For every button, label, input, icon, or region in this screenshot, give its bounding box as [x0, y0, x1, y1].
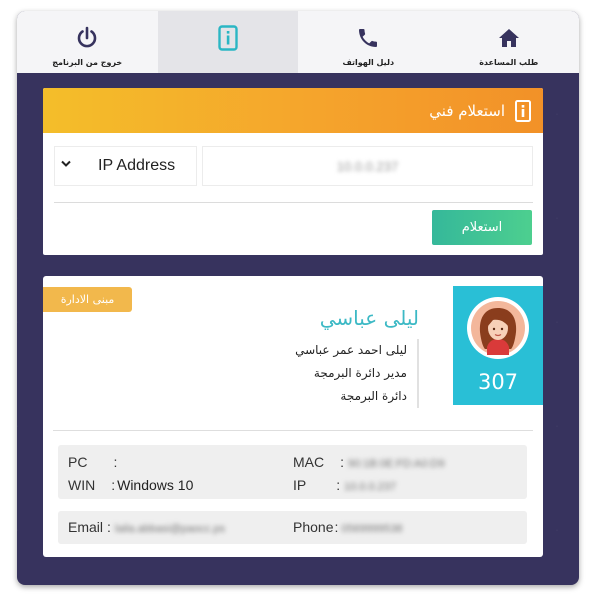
- ip-sep: :: [336, 477, 341, 493]
- email-row: Email: laila.abbasi@paocc.ps: [68, 519, 225, 535]
- system-info-box: PC: WIN: Windows 10 MAC:90:1B:0E:FD:A0:D9…: [58, 445, 527, 499]
- mac-row: MAC:90:1B:0E:FD:A0:D9: [293, 454, 445, 470]
- power-icon: [74, 25, 100, 51]
- ip-label: IP: [293, 477, 307, 493]
- mac-label: MAC: [293, 454, 325, 470]
- contact-info-box: Email: laila.abbasi@paocc.ps Phone: 056999…: [58, 511, 527, 544]
- phone-sep: :: [334, 519, 339, 535]
- ip-row: IP:10.0.0.237: [293, 477, 396, 493]
- nav-help-button[interactable]: طلب المساعدة: [439, 11, 580, 73]
- pc-label: PC: [68, 454, 88, 470]
- nav-phonebook-label: دليل الهواتف: [342, 58, 395, 67]
- inquiry-submit-button[interactable]: استعلام: [432, 210, 532, 245]
- employee-full-name: ليلى احمد عمر عباسي: [295, 343, 407, 357]
- building-badge: مبنى الادارة: [43, 287, 132, 312]
- phone-label: Phone: [293, 519, 334, 535]
- nav-info-button[interactable]: [157, 11, 298, 73]
- extension-number: 307: [477, 370, 519, 394]
- app-window: خروج من البرنامج دليل الهواتف طلب المساع…: [17, 11, 579, 585]
- mac-sep: :: [340, 454, 345, 470]
- employee-department: دائرة البرمجة: [340, 389, 407, 403]
- inquiry-panel: استعلام فني IP Address 10.0.0.237 استعلا…: [43, 88, 543, 255]
- inquiry-title: استعلام فني: [429, 101, 505, 120]
- email-value[interactable]: laila.abbasi@paocc.ps: [115, 523, 225, 535]
- home-icon: [496, 25, 522, 51]
- win-sep: :: [111, 477, 116, 493]
- win-row: WIN: Windows 10: [68, 477, 193, 493]
- chevron-down-icon: [61, 160, 71, 171]
- nav-exit-button[interactable]: خروج من البرنامج: [17, 11, 158, 73]
- inquiry-type-value: IP Address: [98, 157, 176, 174]
- nav-help-label: طلب المساعدة: [479, 58, 539, 67]
- avatar: [467, 297, 529, 359]
- female-avatar-icon: [471, 301, 525, 355]
- inquiry-type-select[interactable]: IP Address: [54, 146, 197, 186]
- win-label: WIN: [68, 477, 96, 493]
- pc-row: PC:: [68, 454, 121, 470]
- employee-name: ليلى عباسي: [319, 306, 419, 330]
- phone-icon: [355, 25, 381, 51]
- ip-address-input[interactable]: 10.0.0.237: [202, 146, 533, 186]
- ip-address-value: 10.0.0.237: [336, 159, 399, 174]
- employee-job-title: مدير دائرة البرمجة: [313, 366, 407, 380]
- pc-sep: :: [113, 454, 118, 470]
- employee-card: مبنى الادارة ليلى عباسي ليلى احمد عمر عب…: [43, 276, 543, 557]
- nav-phonebook-button[interactable]: دليل الهواتف: [298, 11, 439, 73]
- phone-value[interactable]: 0569999538: [341, 523, 402, 535]
- inquiry-header: استعلام فني: [43, 88, 543, 133]
- email-label: Email: [68, 519, 104, 535]
- extension-box: 307: [453, 286, 543, 405]
- card-divider: [53, 430, 533, 431]
- inquiry-divider: [54, 202, 533, 203]
- info-icon: [515, 99, 531, 122]
- phone-row: Phone: 0569999538: [293, 519, 403, 535]
- top-nav: خروج من البرنامج دليل الهواتف طلب المساع…: [17, 11, 579, 73]
- nav-exit-label: خروج من البرنامج: [52, 58, 123, 67]
- ip-value: 10.0.0.237: [344, 481, 397, 493]
- win-value: Windows 10: [117, 477, 194, 493]
- employee-details: ليلى احمد عمر عباسي مدير دائرة البرمجة د…: [295, 339, 419, 408]
- device-info-icon: [215, 25, 241, 51]
- mac-value: 90:1B:0E:FD:A0:D9: [348, 458, 445, 470]
- email-sep: :: [107, 519, 111, 535]
